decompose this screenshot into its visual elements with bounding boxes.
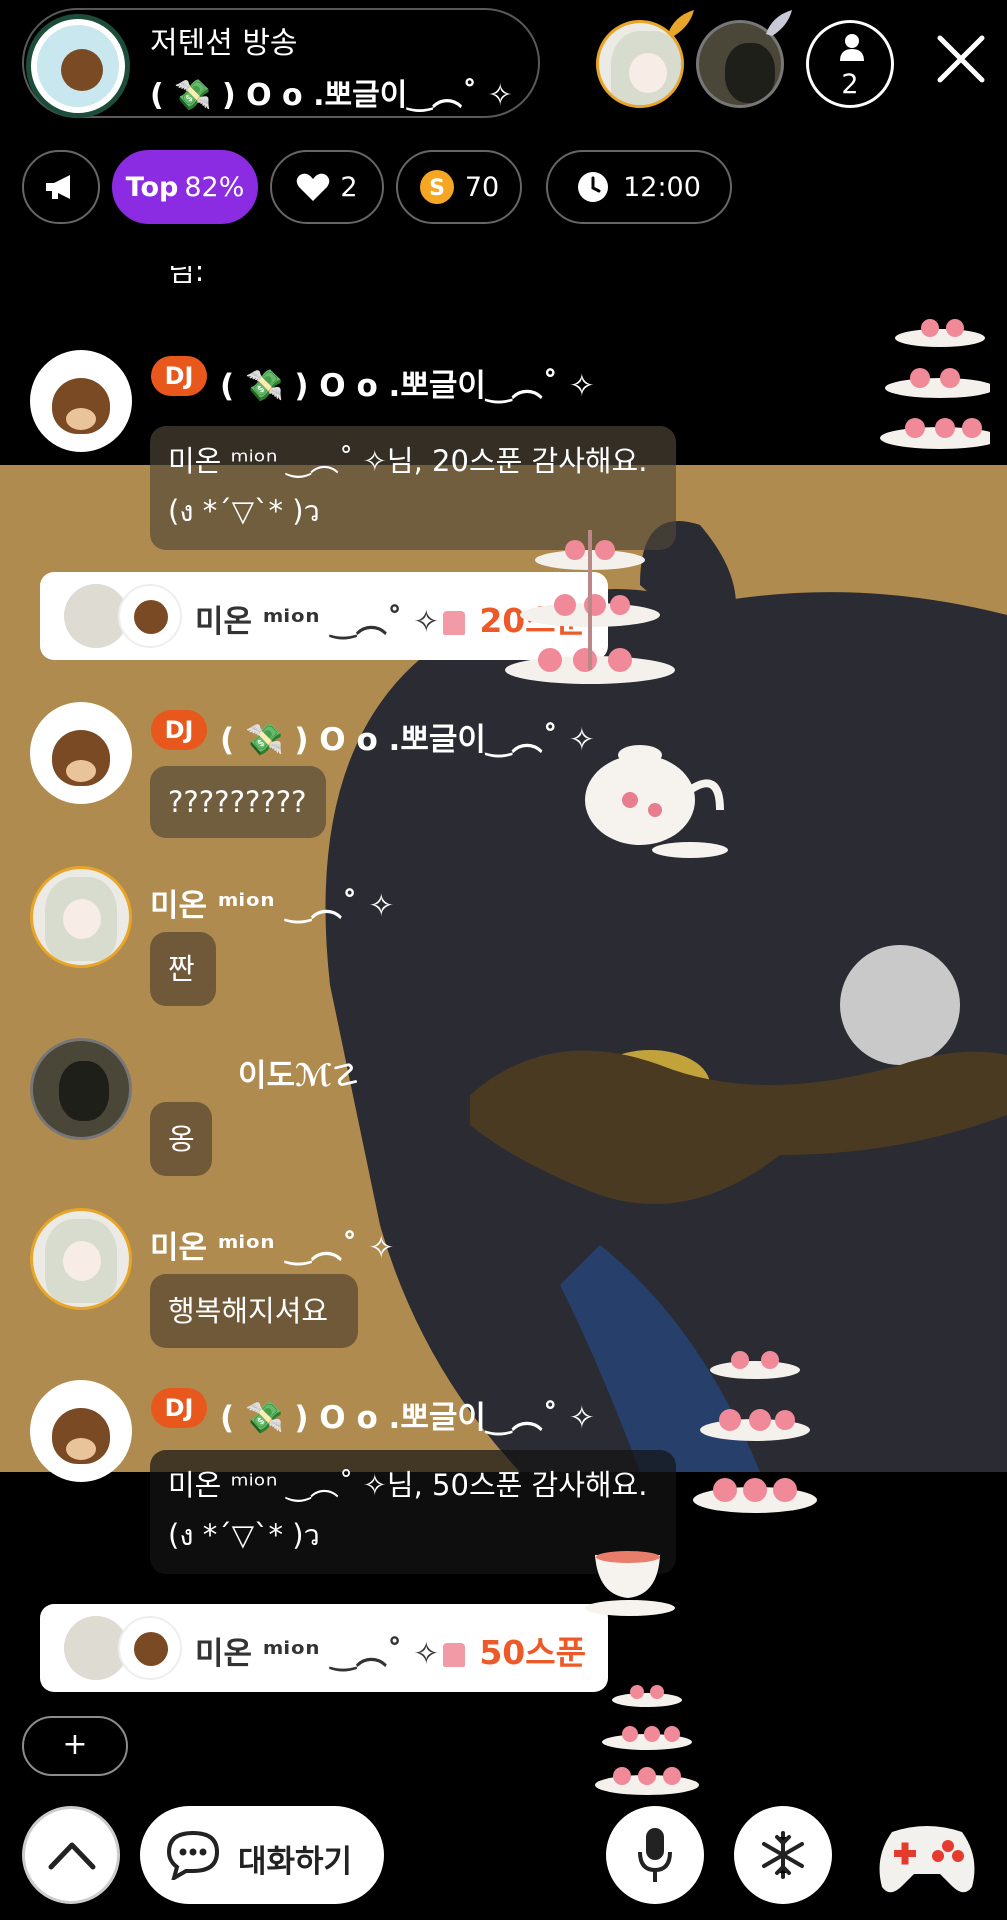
microphone-button[interactable] [606,1806,704,1904]
message-text: ????????? [168,785,307,819]
cake-icon [443,610,466,635]
game-controller-icon [879,1826,975,1893]
clock-icon [578,172,609,202]
game-button[interactable] [872,1812,982,1902]
likes-pill[interactable]: 2 [270,150,384,224]
close-icon [937,35,985,83]
timer-value: 12:00 [623,171,701,203]
spoon-icon: S [419,170,454,204]
heart-icon [297,173,330,201]
expand-button[interactable] [22,1806,120,1904]
close-button[interactable] [936,34,986,84]
chat-button-label: 대화하기 [238,1844,353,1880]
partial-message: 님: [168,266,205,288]
top-rank-pill[interactable]: Top 82% [112,150,258,224]
cake-stand-sticker [880,298,1000,468]
broadcast-title: 저텐션 방송 [150,26,298,61]
add-button[interactable]: + [22,1716,128,1776]
announcement-button[interactable] [22,150,100,224]
top-value: 82% [184,171,245,203]
message-author[interactable]: 이도ℳ☡ [238,1050,360,1095]
host-avatar[interactable] [26,14,130,118]
message-text: 옹 [168,1122,195,1156]
message-text: 미온 ᵐⁱᵒⁿ ‿︵˚ ✧님, 20스푼 감사해요. [168,444,648,478]
cake-icon [443,1642,466,1667]
chat-button[interactable]: 대화하기 [140,1806,384,1904]
snowflake-icon [762,1831,804,1879]
message-author[interactable]: ( 💸 ) O o .뽀글이‿︵˚ ✧ [220,714,595,759]
dj-avatar[interactable] [30,702,132,804]
message-author[interactable]: 미온 ᵐⁱᵒⁿ ‿︵˚ ✧ [150,1222,394,1267]
freeze-button[interactable] [734,1806,832,1904]
gift-card[interactable]: 미온 ᵐⁱᵒⁿ ‿︵˚ ✧ 50스푼 [40,1604,608,1692]
listener-count-button[interactable]: 2 [806,20,894,108]
chat-bubble-icon [166,1830,220,1880]
cake-stand-sticker [490,520,690,700]
spoons-count: 70 [464,171,500,203]
teacup-sticker [580,1540,680,1620]
message-bubble: ????????? [150,766,326,838]
megaphone-icon [46,175,70,199]
svg-text:S: S [429,176,445,201]
user-avatar-mion[interactable] [30,866,132,968]
cake-stand-sticker [690,1330,820,1530]
message-bubble: 짠 [150,932,216,1006]
top-label: Top [125,171,179,203]
message-author[interactable]: ( 💸 ) O o .뽀글이‿︵˚ ✧ [220,360,595,405]
cake-stand-sticker [592,1660,702,1800]
dj-badge: DJ [151,710,207,750]
person-icon [840,34,864,61]
message-author[interactable]: 미온 ᵐⁱᵒⁿ ‿︵˚ ✧ [150,880,394,925]
dj-badge: DJ [151,1388,207,1428]
dj-avatar[interactable] [30,350,132,452]
spoons-pill[interactable]: S 70 [396,150,522,224]
microphone-icon [638,1828,672,1882]
chevron-up-icon [48,1842,96,1870]
dj-avatar[interactable] [30,1380,132,1482]
likes-count: 2 [340,171,358,203]
gift-sender: 미온 ᵐⁱᵒⁿ ‿︵˚ ✧ [195,604,440,640]
wing-badge-icon [664,6,698,40]
user-avatar-ido[interactable] [30,1038,132,1140]
message-text: 미온 ᵐⁱᵒⁿ ‿︵˚ ✧님, 50스푼 감사해요. [168,1468,648,1502]
gift-amount: 50스푼 [443,1626,586,1674]
host-name: ( 💸 ) O o .뽀글이‿︵˚ ✧ [150,78,513,113]
message-author[interactable]: ( 💸 ) O o .뽀글이‿︵˚ ✧ [220,1392,595,1437]
dj-badge: DJ [151,356,207,396]
wing-badge-icon [762,6,796,40]
message-text: 행복해지셔요 [168,1294,329,1328]
message-text: 짠 [168,952,195,986]
message-bubble: 옹 [150,1102,212,1176]
message-bubble: 행복해지셔요 [150,1274,358,1348]
user-avatar-mion[interactable] [30,1208,132,1310]
timer-pill[interactable]: 12:00 [546,150,732,224]
gift-sender: 미온 ᵐⁱᵒⁿ ‿︵˚ ✧ [195,1636,440,1672]
teapot-sticker [560,710,730,860]
listener-count: 2 [841,69,859,100]
